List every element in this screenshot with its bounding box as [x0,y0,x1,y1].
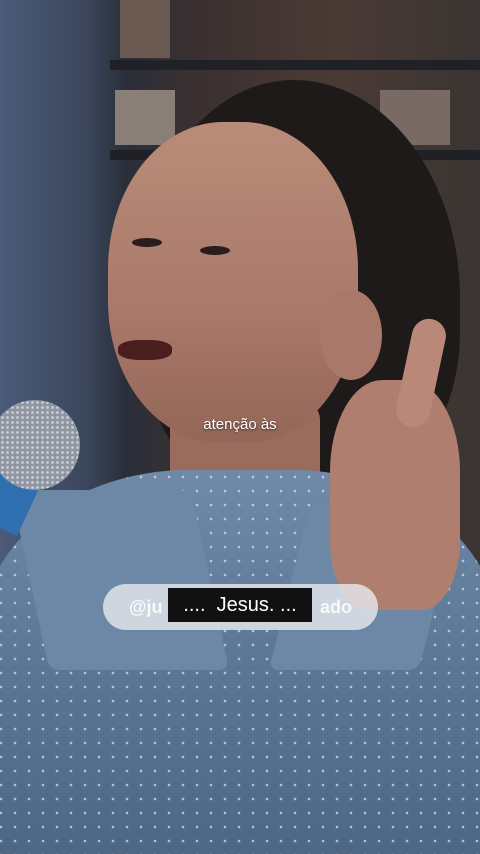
subtitle-text: .... Jesus. ... [183,593,297,616]
caption-text: atenção às [203,416,277,433]
face [108,122,358,442]
book [120,0,170,58]
watermark-right: ado [319,596,352,617]
video-frame: atenção às @ju ado .... Jesus. ... [0,0,480,854]
jacket-collar [10,490,230,670]
subtitle-box: .... Jesus. ... [168,588,312,622]
book [115,90,175,145]
ear [320,290,382,380]
eye [200,246,230,255]
shelf [110,60,480,70]
watermark-left: @ju [129,596,163,617]
eye [132,238,162,247]
mouth [118,340,172,360]
hand [330,380,460,610]
